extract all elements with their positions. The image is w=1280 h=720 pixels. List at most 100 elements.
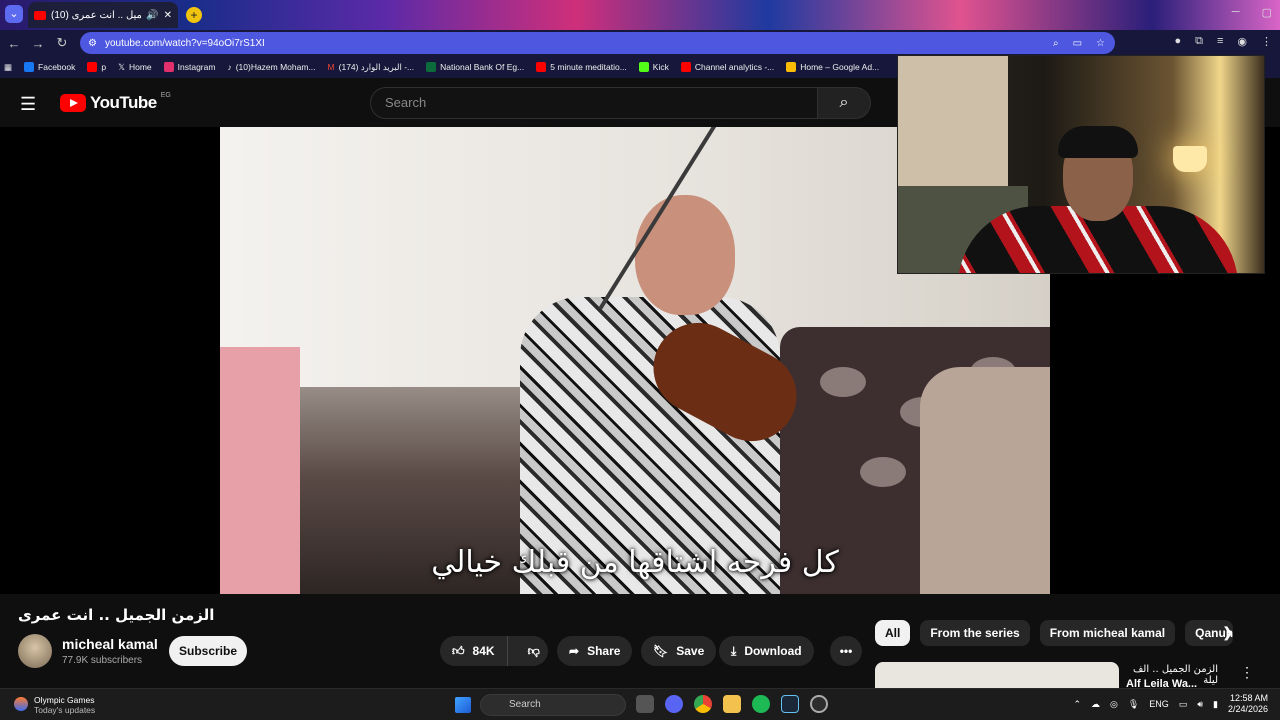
hamburger-menu-icon[interactable]: ☰ [20, 94, 36, 115]
download-button[interactable]: ⤓ Download [719, 636, 814, 666]
bookmark-item[interactable]: p [87, 62, 106, 72]
clock[interactable]: 12:58 AM 2/24/2026 [1228, 693, 1268, 715]
tab-title: الزمن الجميل .. انت عمرى (10) [51, 9, 142, 21]
speaker-icon[interactable]: 🔊 [146, 10, 158, 21]
profile-icon[interactable]: ◉ [1237, 35, 1247, 48]
network-app-icon[interactable]: ☁ [1091, 699, 1100, 710]
webcam-overlay [897, 55, 1265, 274]
video-title: الزمن الجميل .. انت عمرى [18, 606, 215, 624]
windows-start-icon[interactable] [455, 697, 471, 713]
bookmark-star-icon[interactable]: ☆ [1096, 38, 1105, 49]
bookmark-item[interactable]: 𝕏 Home [118, 62, 152, 73]
task-view-icon[interactable] [636, 695, 654, 713]
reload-icon[interactable]: ↻ [50, 35, 74, 51]
kebab-menu-icon[interactable]: ⋮ [1240, 664, 1254, 681]
related-chips: All From the series From micheal kamal Q… [875, 620, 1234, 646]
search-button[interactable]: ⌕ [817, 87, 871, 119]
video-info: الزمن الجميل .. انت عمرى micheal kamal 7… [0, 594, 1280, 690]
discord-tray-icon[interactable]: ◎ [1110, 699, 1118, 710]
youtube-icon [680, 62, 691, 72]
widgets-button[interactable]: Olympic Games Today's updates [14, 695, 95, 715]
browser-navbar: ← → ↻ ⚙ youtube.com/watch?v=94oOi7rS1XI … [0, 30, 1280, 56]
tab-search-button[interactable]: ⌄ [5, 5, 23, 23]
youtube-play-icon [60, 94, 86, 112]
browser-tab-strip: ⌄ الزمن الجميل .. انت عمرى (10) 🔊 ✕ + ─ … [0, 0, 1280, 30]
subscribe-button[interactable]: Subscribe [169, 636, 247, 666]
gmail-icon: M [327, 62, 335, 72]
video-subtitle: كل فرحه اشتاقها من قبلك خيالي [431, 545, 839, 580]
google-ads-icon [786, 62, 797, 72]
kebab-menu-icon[interactable]: ⋮ [1261, 35, 1272, 48]
bookmark-item[interactable]: ♪ (10)Hazem Moham... [227, 62, 315, 72]
channel-avatar[interactable] [18, 634, 52, 668]
bookmark-icon: 🔖︎ [653, 644, 669, 658]
olympics-icon [14, 697, 28, 711]
bookmark-item[interactable]: National Bank Of Eg... [426, 62, 524, 72]
file-explorer-icon[interactable] [723, 695, 741, 713]
bookmark-item[interactable]: Facebook [24, 62, 75, 72]
spotify-icon[interactable] [752, 695, 770, 713]
address-bar[interactable]: ⚙ youtube.com/watch?v=94oOi7rS1XI ⌕ ▭ ☆ [80, 32, 1115, 54]
bookmark-item[interactable]: Channel analytics -... [680, 62, 774, 72]
chip-from-channel[interactable]: From micheal kamal [1039, 620, 1176, 646]
like-button[interactable]: 👍︎ 84K [440, 636, 508, 666]
microphone-icon[interactable]: 🎙︎ [1128, 699, 1139, 710]
download-icon: ⤓ [731, 643, 737, 658]
back-icon[interactable]: ← [2, 36, 26, 51]
active-tab[interactable]: الزمن الجميل .. انت عمرى (10) 🔊 ✕ [28, 2, 178, 28]
taskbar: Olympic Games Today's updates ⌕ Search ⌃… [0, 688, 1280, 720]
cast-icon[interactable]: ▭ [1073, 38, 1082, 49]
discord-icon[interactable] [665, 695, 683, 713]
thumbs-down-icon: 👎︎ [527, 643, 540, 658]
more-actions-button[interactable]: ••• [830, 636, 862, 666]
dislike-button[interactable]: 👎︎ [516, 644, 552, 659]
minimize-icon[interactable]: ─ [1232, 6, 1240, 19]
bookmark-item[interactable]: 5 minute meditatio... [536, 62, 627, 72]
search-input[interactable]: Search [370, 87, 818, 119]
volume-icon[interactable]: 🔊︎ [1197, 699, 1203, 710]
puzzle-icon[interactable]: ⧉ [1195, 35, 1203, 48]
channel-name[interactable]: micheal kamal [62, 636, 158, 652]
save-button[interactable]: 🔖︎ Save [641, 636, 717, 666]
apps-grid-icon[interactable]: ▦ [4, 62, 12, 73]
bookmark-item[interactable]: Home – Google Ad... [786, 62, 879, 72]
steam-icon[interactable] [781, 695, 799, 713]
bank-icon [426, 62, 437, 72]
bookmark-item[interactable]: M (174) البريد الوارد -... [328, 62, 415, 73]
more-horizontal-icon: ••• [839, 644, 853, 658]
chip-all[interactable]: All [875, 620, 911, 646]
thumbs-up-icon: 👍︎ [452, 643, 465, 658]
subscriber-count: 77.9K subscribers [62, 655, 143, 666]
chevron-up-icon[interactable]: ⌃ [1073, 699, 1081, 710]
recommendation-thumbnail[interactable] [875, 662, 1119, 688]
chrome-icon[interactable] [694, 695, 712, 713]
bookmark-item[interactable]: Kick [638, 62, 669, 72]
youtube-logo[interactable]: YouTube EG [60, 92, 171, 113]
taskbar-apps [636, 695, 828, 713]
maximize-icon[interactable]: ▢ [1262, 6, 1272, 19]
zoom-icon[interactable]: ⌕ [1053, 38, 1059, 49]
system-tray: ⌃ ☁ ◎ 🎙︎ ENG ▭ 🔊︎ ▮ 12:58 AM 2/24/2026 [1073, 693, 1268, 715]
youtube-icon [87, 62, 98, 72]
site-info-icon[interactable]: ⚙ [88, 38, 97, 49]
language-indicator[interactable]: ENG [1149, 699, 1169, 709]
instagram-icon [163, 62, 174, 72]
forward-icon[interactable]: → [26, 36, 50, 51]
tab-close-icon[interactable]: ✕ [164, 10, 172, 21]
taskbar-search[interactable]: Search [480, 694, 626, 716]
x-icon: 𝕏 [118, 61, 125, 72]
facebook-icon [24, 62, 35, 72]
youtube-favicon-icon [34, 10, 46, 20]
new-tab-button[interactable]: + [186, 7, 202, 23]
obs-icon[interactable] [810, 695, 828, 713]
battery-icon[interactable]: ▮ [1213, 699, 1218, 710]
kick-icon [638, 62, 649, 72]
chip-from-series[interactable]: From the series [920, 620, 1030, 646]
extension-icon-a[interactable]: ● [1174, 35, 1181, 48]
reading-list-icon[interactable]: ≡ [1217, 35, 1223, 48]
tiktok-icon: ♪ [227, 62, 232, 72]
bookmark-item[interactable]: Instagram [163, 62, 215, 72]
chevron-right-icon[interactable]: ❯ [1222, 624, 1234, 641]
share-button[interactable]: ➦ Share [557, 636, 633, 666]
monitor-icon[interactable]: ▭ [1179, 699, 1188, 710]
